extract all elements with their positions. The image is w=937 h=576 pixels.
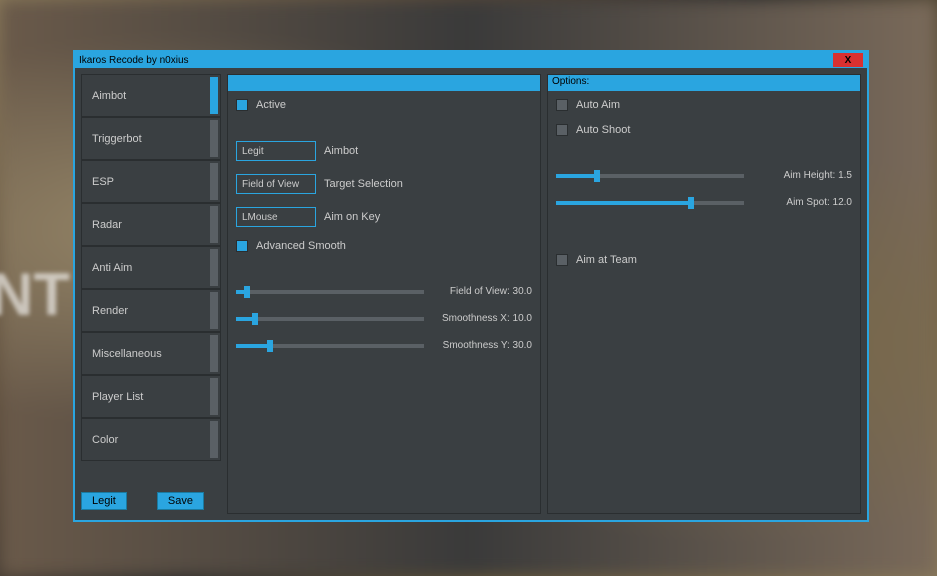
slider-label: Aim Height: 1.5 — [752, 170, 852, 181]
slider-label: Smoothness Y: 30.0 — [432, 340, 532, 351]
right-header: Options: — [548, 75, 860, 91]
auto-aim-label: Auto Aim — [576, 99, 620, 111]
tab-label: ESP — [92, 176, 114, 188]
tab-handle — [210, 421, 218, 458]
aim-team-checkbox[interactable] — [556, 254, 568, 266]
left-slider-2[interactable]: Smoothness Y: 30.0 — [236, 340, 532, 351]
right-slider-0[interactable]: Aim Height: 1.5 — [556, 170, 852, 181]
tab-label: Radar — [92, 219, 122, 231]
target-selection-label: Target Selection — [324, 178, 403, 190]
right-slider-1[interactable]: Aim Spot: 12.0 — [556, 197, 852, 208]
window-title: Ikaros Recode by n0xius — [79, 55, 189, 66]
save-button[interactable]: Save — [157, 492, 204, 510]
tab-handle — [210, 292, 218, 329]
target-selection-select[interactable]: Field of View — [236, 174, 316, 194]
sidebar: Aimbot Triggerbot ESP Radar Anti Aim Render Mi… — [81, 74, 221, 514]
slider-track[interactable] — [236, 290, 424, 294]
tab-render[interactable]: Render — [81, 289, 221, 332]
tab-label: Triggerbot — [92, 133, 142, 145]
legit-button[interactable]: Legit — [81, 492, 127, 510]
aim-key-select[interactable]: LMouse — [236, 207, 316, 227]
slider-label: Field of View: 30.0 — [432, 286, 532, 297]
auto-shoot-checkbox[interactable] — [556, 124, 568, 136]
slider-fill — [556, 201, 691, 205]
slider-label: Aim Spot: 12.0 — [752, 197, 852, 208]
auto-shoot-label: Auto Shoot — [576, 124, 630, 136]
tab-handle — [210, 335, 218, 372]
slider-fill — [236, 344, 270, 348]
slider-track[interactable] — [236, 344, 424, 348]
left-header — [228, 75, 540, 91]
tab-label: Player List — [92, 391, 143, 403]
advanced-smooth-label: Advanced Smooth — [256, 240, 346, 252]
tab-aimbot[interactable]: Aimbot — [81, 74, 221, 117]
tab-radar[interactable]: Radar — [81, 203, 221, 246]
slider-track[interactable] — [236, 317, 424, 321]
aim-key-label: Aim on Key — [324, 211, 380, 223]
titlebar[interactable]: Ikaros Recode by n0xius X — [75, 52, 867, 68]
slider-thumb[interactable] — [267, 340, 273, 352]
tab-label: Aimbot — [92, 90, 126, 102]
active-label: Active — [256, 99, 286, 111]
tab-handle — [210, 249, 218, 286]
tab-esp[interactable]: ESP — [81, 160, 221, 203]
advanced-smooth-checkbox[interactable] — [236, 240, 248, 252]
tab-label: Render — [92, 305, 128, 317]
app-window: Ikaros Recode by n0xius X Aimbot Triggerb… — [73, 50, 869, 522]
tab-label: Anti Aim — [92, 262, 132, 274]
tab-label: Miscellaneous — [92, 348, 162, 360]
tab-anti-aim[interactable]: Anti Aim — [81, 246, 221, 289]
tab-color[interactable]: Color — [81, 418, 221, 461]
tab-triggerbot[interactable]: Triggerbot — [81, 117, 221, 160]
left-column: Active Legit Aimbot Field of View Target… — [227, 74, 541, 514]
slider-track[interactable] — [556, 201, 744, 205]
left-slider-1[interactable]: Smoothness X: 10.0 — [236, 313, 532, 324]
slider-thumb[interactable] — [244, 286, 250, 298]
tab-miscellaneous[interactable]: Miscellaneous — [81, 332, 221, 375]
aimbot-mode-label: Aimbot — [324, 145, 358, 157]
slider-thumb[interactable] — [688, 197, 694, 209]
aim-team-label: Aim at Team — [576, 254, 637, 266]
slider-track[interactable] — [556, 174, 744, 178]
tab-player-list[interactable]: Player List — [81, 375, 221, 418]
tab-handle — [210, 378, 218, 415]
slider-label: Smoothness X: 10.0 — [432, 313, 532, 324]
tab-handle — [210, 120, 218, 157]
slider-thumb[interactable] — [594, 170, 600, 182]
auto-aim-checkbox[interactable] — [556, 99, 568, 111]
slider-thumb[interactable] — [252, 313, 258, 325]
tab-handle — [210, 206, 218, 243]
tab-handle — [210, 163, 218, 200]
left-slider-0[interactable]: Field of View: 30.0 — [236, 286, 532, 297]
right-column: Options: Auto Aim Auto Shoot Aim Height:… — [547, 74, 861, 514]
close-button[interactable]: X — [833, 53, 863, 67]
tab-handle — [210, 77, 218, 114]
aimbot-mode-select[interactable]: Legit — [236, 141, 316, 161]
tab-label: Color — [92, 434, 118, 446]
active-checkbox[interactable] — [236, 99, 248, 111]
slider-fill — [556, 174, 597, 178]
